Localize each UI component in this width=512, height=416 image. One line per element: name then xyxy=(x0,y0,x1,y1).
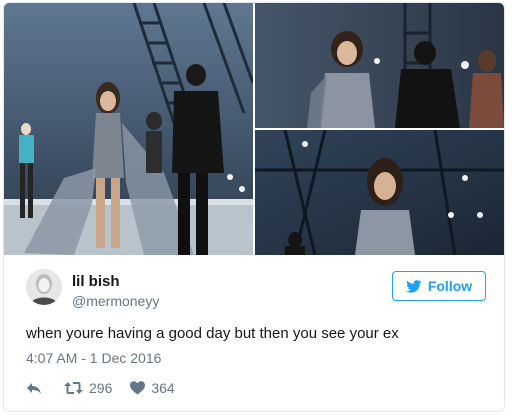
tweet-actions: 296 364 xyxy=(26,379,175,397)
runway-photo-bottom-right[interactable] xyxy=(255,130,504,255)
heart-icon xyxy=(130,381,146,395)
like-count: 364 xyxy=(151,380,175,396)
runway-photo-top-right[interactable] xyxy=(255,3,504,128)
follow-button[interactable]: Follow xyxy=(392,271,486,301)
reply-button[interactable] xyxy=(26,381,42,395)
follow-button-label: Follow xyxy=(427,278,473,294)
tweet-media-grid[interactable] xyxy=(4,3,504,255)
tweet-timestamp[interactable]: 4:07 AM - 1 Dec 2016 xyxy=(26,350,161,366)
retweet-count: 296 xyxy=(89,380,113,396)
twitter-bird-icon xyxy=(405,279,422,293)
display-name[interactable]: lil bish xyxy=(72,273,120,290)
retweet-icon xyxy=(64,381,83,395)
tweet-card: lil bish @mermoneyy Follow when youre ha… xyxy=(3,2,505,412)
like-button[interactable]: 364 xyxy=(130,380,175,396)
tweet-text: when youre having a good day but then yo… xyxy=(26,325,399,342)
runway-photo-main[interactable] xyxy=(4,3,253,255)
user-handle[interactable]: @mermoneyy xyxy=(72,293,159,309)
retweet-button[interactable]: 296 xyxy=(64,380,112,396)
avatar[interactable] xyxy=(26,269,62,305)
reply-icon xyxy=(26,381,42,395)
